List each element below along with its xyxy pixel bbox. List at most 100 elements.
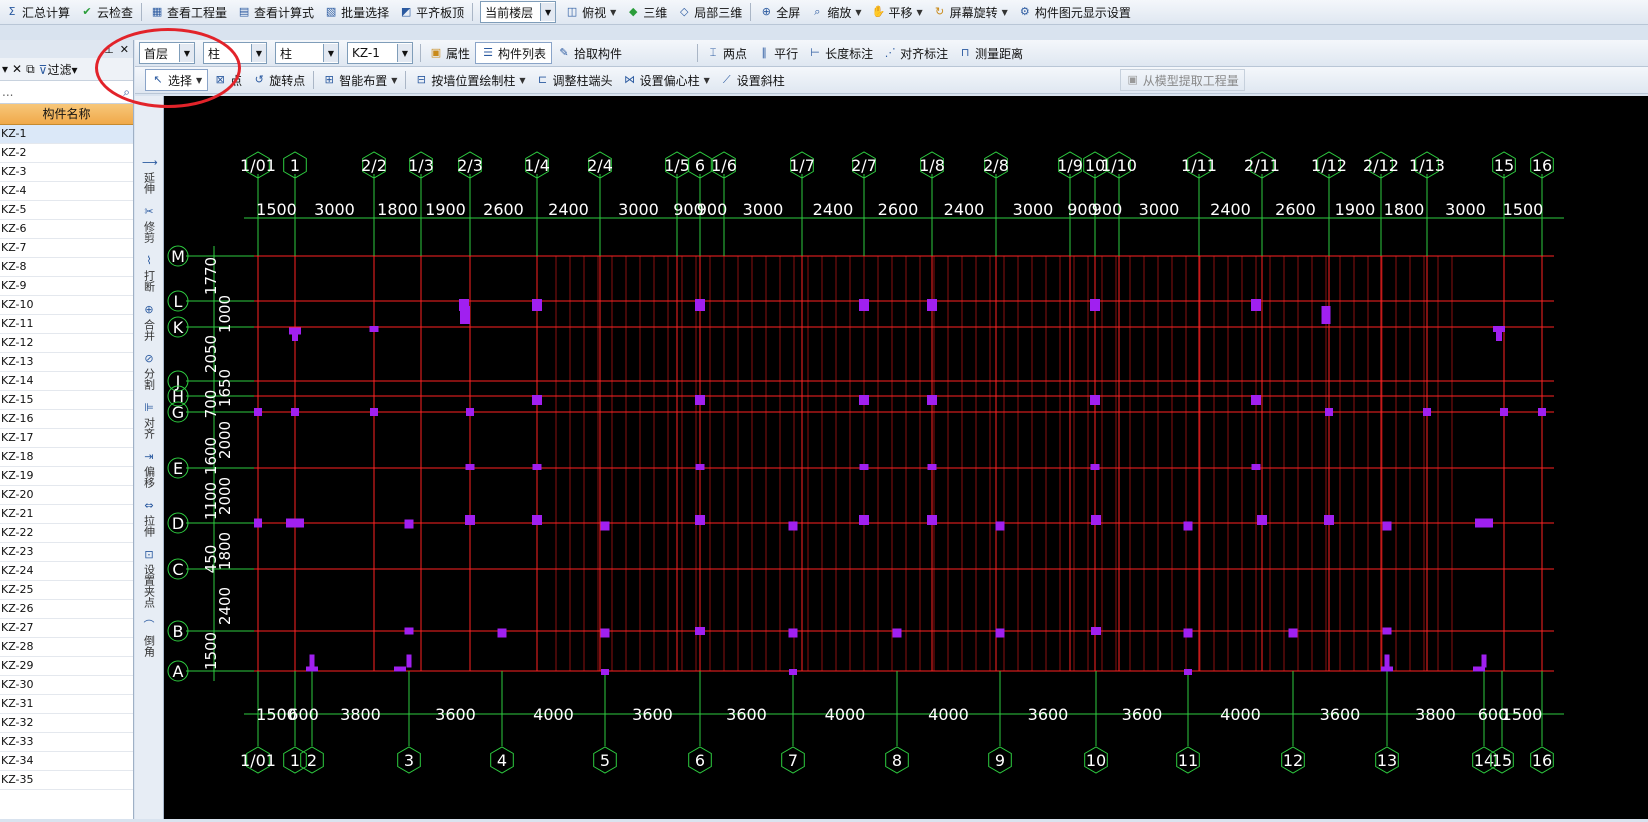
display-settings-button[interactable]: ⚙ 构件图元显示设置 bbox=[1013, 2, 1136, 22]
list-item[interactable]: KZ-29 bbox=[0, 657, 133, 676]
list-item[interactable]: KZ-11 bbox=[0, 315, 133, 334]
list-item[interactable]: KZ-9 bbox=[0, 277, 133, 296]
draw-by-wall-button[interactable]: ⊟ 按墙位置绘制柱 ▼ bbox=[409, 70, 530, 90]
list-item[interactable]: KZ-14 bbox=[0, 372, 133, 391]
edit-tool-9[interactable]: ⌒ 倒角 bbox=[135, 619, 163, 660]
edit-tool-4[interactable]: ⊘ 分割 bbox=[135, 352, 163, 393]
measure-distance-button[interactable]: ⊓ 测量距离 bbox=[953, 43, 1028, 63]
list-item[interactable]: KZ-25 bbox=[0, 581, 133, 600]
drawing-canvas[interactable]: 1/01 1 2/2 1/3 2/3 1/4 2/4 1/5 6 1/6 1/7 2/7 1/8 2/8 1… bbox=[164, 96, 1648, 819]
local-3d-button[interactable]: ◇ 局部三维 bbox=[672, 2, 747, 22]
zoom-button[interactable]: ⌕ 缩放 ▼ bbox=[805, 2, 866, 22]
aligned-dim-button[interactable]: ⋰ 对齐标注 bbox=[878, 43, 953, 63]
list-item[interactable]: KZ-22 bbox=[0, 524, 133, 543]
list-item[interactable]: KZ-19 bbox=[0, 467, 133, 486]
component-list-button[interactable]: ☰ 构件列表 bbox=[475, 42, 553, 64]
summary-calc-button[interactable]: Σ 汇总计算 bbox=[0, 2, 75, 22]
view-formula-button[interactable]: ▤ 查看计算式 bbox=[232, 2, 319, 22]
pick-component-button[interactable]: ✎ 拾取构件 bbox=[552, 43, 627, 63]
top-view-button[interactable]: ◫ 俯视 ▼ bbox=[560, 2, 621, 22]
list-item[interactable]: KZ-35 bbox=[0, 771, 133, 790]
axis-label-top: 1/8 bbox=[919, 156, 945, 175]
list-item[interactable]: KZ-6 bbox=[0, 220, 133, 239]
properties-button[interactable]: ▣ 属性 bbox=[424, 43, 475, 63]
axis-label-top: 15 bbox=[1494, 156, 1514, 175]
filter-button[interactable]: ⊽过滤▾ bbox=[39, 61, 78, 78]
column bbox=[859, 299, 869, 311]
length-dim-button[interactable]: ⊢ 长度标注 bbox=[803, 43, 878, 63]
list-item[interactable]: KZ-10 bbox=[0, 296, 133, 315]
list-item[interactable]: KZ-16 bbox=[0, 410, 133, 429]
delete-icon[interactable]: ✕ bbox=[12, 62, 22, 76]
batch-select-button[interactable]: ▧ 批量选择 bbox=[319, 2, 394, 22]
list-item[interactable]: KZ-7 bbox=[0, 239, 133, 258]
list-item[interactable]: KZ-30 bbox=[0, 676, 133, 695]
list-item[interactable]: KZ-26 bbox=[0, 600, 133, 619]
component-select[interactable]: KZ-1 ▼ bbox=[347, 42, 413, 64]
inclined-column-button[interactable]: ⟋ 设置斜柱 bbox=[715, 70, 790, 90]
axis-label-bottom: 7 bbox=[788, 751, 798, 770]
draw-toolbar: ↖ 选择 ▼ ⊠ 点 ↺ 旋转点 ⊞ 智能布置 ▼ ⊟ 按墙位置绘制柱 ▼ ⊏ 调整柱端头 ⋈ 设置… bbox=[135, 67, 1648, 94]
edit-tool-5[interactable]: ⊫ 对齐 bbox=[135, 401, 163, 442]
column bbox=[1090, 299, 1100, 311]
adjust-column-end-button[interactable]: ⊏ 调整柱端头 bbox=[531, 70, 618, 90]
list-item[interactable]: KZ-20 bbox=[0, 486, 133, 505]
list-item[interactable]: KZ-4 bbox=[0, 182, 133, 201]
edit-tool-6[interactable]: ⇥ 偏移 bbox=[135, 450, 163, 491]
column-header[interactable]: 构件名称 bbox=[0, 104, 133, 125]
extract-quantity-button[interactable]: ▣ 从模型提取工程量 bbox=[1119, 69, 1245, 91]
list-item[interactable]: KZ-13 bbox=[0, 353, 133, 372]
list-item[interactable]: KZ-21 bbox=[0, 505, 133, 524]
pan-button[interactable]: ✋ 平移 ▼ bbox=[866, 2, 927, 22]
column bbox=[927, 464, 937, 470]
list-item[interactable]: KZ-3 bbox=[0, 163, 133, 182]
list-item[interactable]: KZ-32 bbox=[0, 714, 133, 733]
axis-label-left: C bbox=[172, 560, 183, 579]
axis-label-bottom: 13 bbox=[1377, 751, 1397, 770]
list-item[interactable]: KZ-8 bbox=[0, 258, 133, 277]
3d-view-button[interactable]: ◆ 三维 bbox=[621, 2, 672, 22]
axis-label-top: 2/8 bbox=[983, 156, 1009, 175]
fullscreen-button[interactable]: ⊕ 全屏 bbox=[754, 2, 805, 22]
list-item[interactable]: KZ-31 bbox=[0, 695, 133, 714]
list-item[interactable]: KZ-18 bbox=[0, 448, 133, 467]
component-list: KZ-1 KZ-2 KZ-3 KZ-4 KZ-5 KZ-6 KZ-7 KZ-8 KZ-9 KZ-1… bbox=[0, 125, 133, 790]
edit-tool-8[interactable]: ⊡ 设置夹点 bbox=[135, 548, 163, 611]
list-item[interactable]: KZ-28 bbox=[0, 638, 133, 657]
list-item[interactable]: KZ-1 bbox=[0, 125, 133, 144]
edit-tool-2[interactable]: ⌇ 打断 bbox=[135, 254, 163, 295]
smart-layout-button[interactable]: ⊞ 智能布置 ▼ bbox=[317, 70, 402, 90]
list-item[interactable]: KZ-12 bbox=[0, 334, 133, 353]
floor-scope-select[interactable]: 当前楼层 ▼ bbox=[480, 1, 557, 23]
edit-tool-3[interactable]: ⊕ 合并 bbox=[135, 303, 163, 344]
list-item[interactable]: KZ-34 bbox=[0, 752, 133, 771]
edit-tool-label: 偏移 bbox=[142, 466, 156, 488]
list-item[interactable]: KZ-23 bbox=[0, 543, 133, 562]
list-item[interactable]: KZ-24 bbox=[0, 562, 133, 581]
list-item[interactable]: KZ-2 bbox=[0, 144, 133, 163]
edit-tool-1[interactable]: ✂ 修剪 bbox=[135, 205, 163, 246]
align-slab-top-button[interactable]: ◩ 平齐板顶 bbox=[394, 2, 469, 22]
list-item[interactable]: KZ-33 bbox=[0, 733, 133, 752]
two-point-dim-button[interactable]: ⌶ 两点 bbox=[701, 43, 752, 63]
eccentric-icon: ⋈ bbox=[624, 73, 636, 86]
edit-tool-0[interactable]: ⟶ 延伸 bbox=[135, 156, 163, 197]
rotate-point-button[interactable]: ↺ 旋转点 bbox=[247, 70, 310, 90]
type-select[interactable]: 柱 ▼ bbox=[275, 42, 339, 64]
list-item[interactable]: KZ-5 bbox=[0, 201, 133, 220]
list-item[interactable]: KZ-27 bbox=[0, 619, 133, 638]
view-quantity-button[interactable]: ▦ 查看工程量 bbox=[145, 2, 232, 22]
edit-tool-icon: ✂ bbox=[144, 205, 154, 218]
dimension-label-bottom: 3800 bbox=[1415, 705, 1456, 724]
list-item[interactable]: KZ-17 bbox=[0, 429, 133, 448]
cloud-check-button[interactable]: ✔ 云检查 bbox=[75, 2, 138, 22]
copy-icon[interactable]: ⧉ bbox=[26, 62, 35, 77]
eccentric-column-button[interactable]: ⋈ 设置偏心柱 ▼ bbox=[618, 70, 715, 90]
parallel-dim-button[interactable]: ∥ 平行 bbox=[752, 43, 803, 63]
edit-tool-7[interactable]: ⇔ 拉伸 bbox=[135, 499, 163, 540]
edit-tool-label: 修剪 bbox=[142, 221, 156, 243]
column bbox=[370, 408, 378, 416]
list-item[interactable]: KZ-15 bbox=[0, 391, 133, 410]
new-dropdown-icon[interactable]: ▾ bbox=[2, 62, 8, 76]
screen-rotate-button[interactable]: ↻ 屏幕旋转 ▼ bbox=[928, 2, 1013, 22]
